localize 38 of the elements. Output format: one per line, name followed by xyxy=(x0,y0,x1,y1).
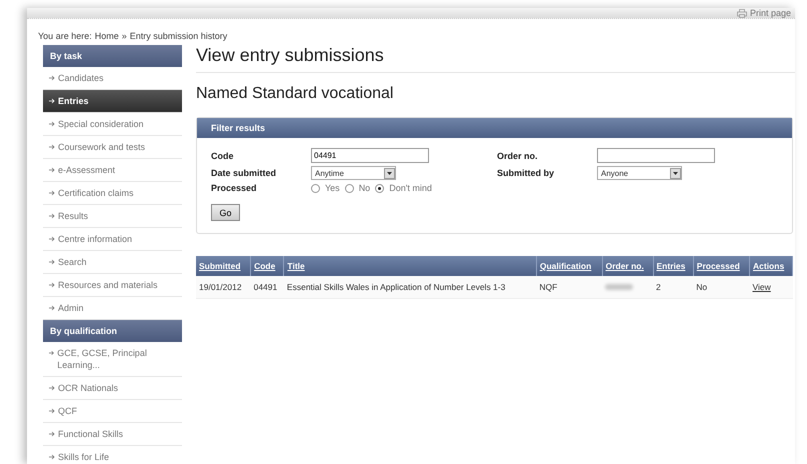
column-header[interactable]: Title xyxy=(287,261,305,271)
radio-button[interactable] xyxy=(375,184,384,192)
submitted-by-dropdown[interactable]: Anyone xyxy=(597,166,682,180)
radio-button[interactable] xyxy=(344,184,354,192)
table-cell: Essential Skills Wales in Application of Number Levels 1-3 xyxy=(284,276,536,298)
dropdown-caret-icon[interactable] xyxy=(384,168,395,178)
breadcrumb-label: You are here: xyxy=(38,31,92,41)
table-cell: NQF xyxy=(536,276,602,298)
radio-button[interactable] xyxy=(311,184,320,192)
radio-label: No xyxy=(358,183,370,193)
sidebar-heading: By qualification xyxy=(43,320,182,342)
page-subtitle: Named Standard vocational xyxy=(196,85,394,103)
breadcrumb-separator: » xyxy=(122,31,127,41)
go-button[interactable]: Go xyxy=(211,204,240,221)
breadcrumb-link[interactable]: Home xyxy=(94,31,119,41)
table-cell: 04491 xyxy=(250,276,284,298)
field-label: Processed xyxy=(211,183,258,193)
breadcrumb-link[interactable]: Entry submission history xyxy=(130,31,228,41)
table-cell: 19/01/2012 xyxy=(196,276,251,298)
order-number-input[interactable] xyxy=(597,148,715,163)
dropdown-caret-icon[interactable] xyxy=(670,168,681,178)
radio-label: Don't mind xyxy=(389,183,432,193)
radio-label: Yes xyxy=(325,183,340,193)
table-cell: 2 xyxy=(653,276,694,298)
field-label: Code xyxy=(211,150,234,160)
table-cell: No xyxy=(693,276,750,298)
date-dropdown[interactable]: Anytime xyxy=(311,166,396,180)
field-label: Order no. xyxy=(497,150,539,160)
field-label: Submitted by xyxy=(497,168,556,178)
view-link[interactable]: View xyxy=(752,282,771,292)
page-title: View entry submissions xyxy=(196,45,795,73)
code-input[interactable]: 04491 xyxy=(311,148,429,163)
field-label: Date submitted xyxy=(211,168,278,178)
sidebar-heading: By task xyxy=(43,45,182,67)
filter-heading: Filter results xyxy=(197,118,792,138)
print-page-link[interactable]: Print page xyxy=(736,8,791,18)
sidebar-item[interactable]: Entries xyxy=(43,90,182,113)
printer-icon xyxy=(736,8,747,18)
